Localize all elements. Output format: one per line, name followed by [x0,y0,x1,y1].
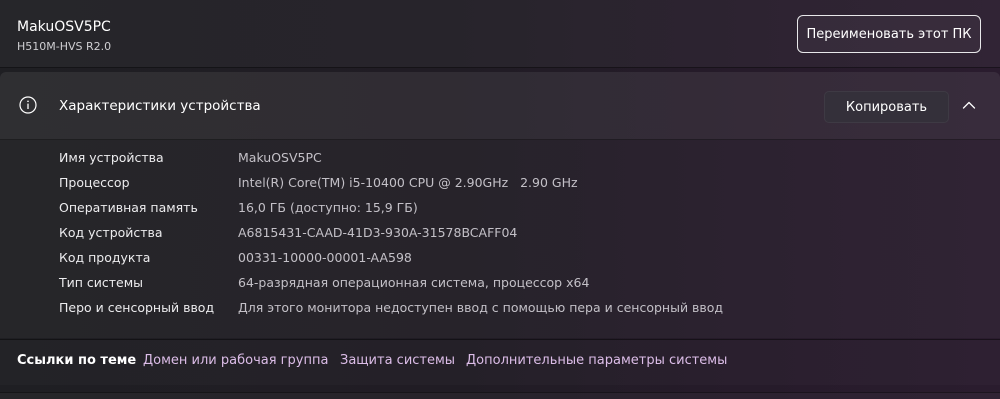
spec-label: Процессор [59,175,130,190]
about-page: MakuOSV5PC H510M-HVS R2.0 Переименовать … [0,0,1000,399]
spec-value: 64-разрядная операционная система, проце… [238,275,590,290]
spec-value: MakuOSV5PC [238,150,322,165]
link-system-protection[interactable]: Защита системы [340,353,455,368]
spec-row-device-name: Имя устройства MakuOSV5PC [59,150,959,175]
spec-value: Для этого монитора недоступен ввод с пом… [238,300,724,315]
related-links-bar: Ссылки по теме Домен или рабочая группа … [0,339,1000,385]
related-links-title: Ссылки по теме [17,353,137,368]
spec-row-pen-touch: Перо и сенсорный ввод Для этого монитора… [59,300,959,325]
spec-row-product-id: Код продукта 00331-10000-00001-AA598 [59,250,959,275]
spec-row-ram: Оперативная память 16,0 ГБ (доступно: 15… [59,200,959,225]
spec-label: Код устройства [59,225,163,240]
link-domain-workgroup[interactable]: Домен или рабочая группа [143,353,328,368]
spec-label: Имя устройства [59,150,164,165]
device-model: H510M-HVS R2.0 [17,40,112,53]
device-specs-title: Характеристики устройства [59,98,261,114]
spec-value: 16,0 ГБ (доступно: 15,9 ГБ) [238,200,418,215]
spec-value: A6815431-CAAD-41D3-930A-31578BCAFF04 [238,225,518,240]
spec-label: Перо и сенсорный ввод [59,300,215,315]
spec-label: Код продукта [59,250,151,265]
rename-pc-button[interactable]: Переименовать этот ПК [797,15,981,53]
spec-label: Тип системы [59,275,144,290]
device-name: MakuOSV5PC [17,19,111,35]
chevron-up-icon[interactable] [962,100,976,110]
spec-label: Оперативная память [59,200,198,215]
copy-button[interactable]: Копировать [824,91,949,123]
device-specs-header[interactable]: Характеристики устройства Копировать [0,72,1000,140]
device-specs-section: Характеристики устройства Копировать Имя… [0,72,1000,338]
spec-row-system-type: Тип системы 64-разрядная операционная си… [59,275,959,300]
spec-row-device-id: Код устройства A6815431-CAAD-41D3-930A-3… [59,225,959,250]
spec-value: 00331-10000-00001-AA598 [238,250,412,265]
link-advanced-system-settings[interactable]: Дополнительные параметры системы [466,353,727,368]
spec-row-processor: Процессор Intel(R) Core(TM) i5-10400 CPU… [59,175,959,200]
info-icon [19,96,37,114]
next-card-edge [0,392,1000,399]
device-specs-list: Имя устройства MakuOSV5PC Процессор Inte… [59,150,959,325]
spec-value: Intel(R) Core(TM) i5-10400 CPU @ 2.90GHz… [238,175,578,190]
device-card: MakuOSV5PC H510M-HVS R2.0 Переименовать … [0,0,1000,68]
